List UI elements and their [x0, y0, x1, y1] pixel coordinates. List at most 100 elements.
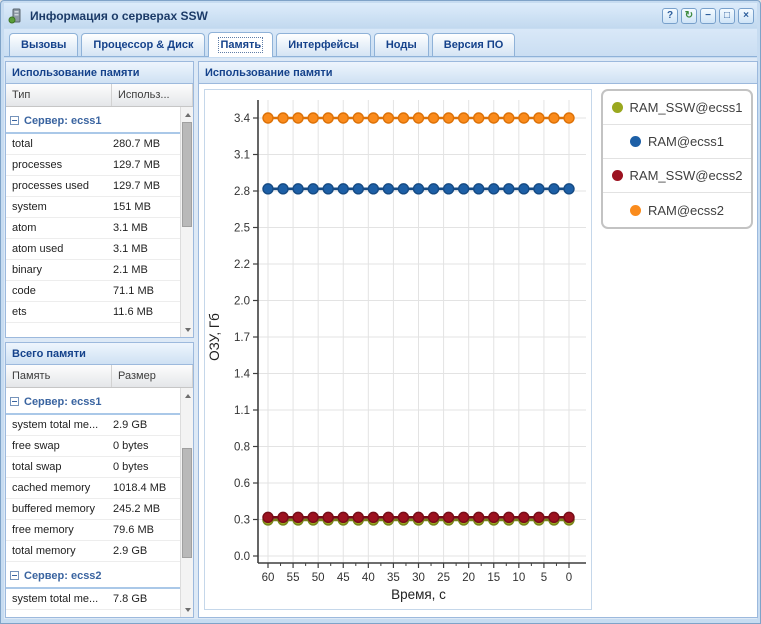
tab-processor-disk[interactable]: Процессор & Диск: [81, 33, 205, 56]
series-marker: [630, 205, 641, 216]
scroll-up-arrow[interactable]: [181, 389, 193, 402]
column-header-size[interactable]: Размер: [112, 365, 193, 387]
svg-text:5: 5: [541, 572, 547, 584]
svg-text:2.2: 2.2: [234, 259, 250, 271]
chart-panel-header: Использование памяти: [199, 62, 757, 84]
table-row[interactable]: atom3.1 MB: [6, 218, 180, 239]
table-row[interactable]: free swap0 bytes: [6, 436, 180, 457]
close-button[interactable]: ×: [738, 8, 754, 24]
total-memory-panel-header: Всего памяти: [6, 343, 193, 365]
table-row[interactable]: processes129.7 MB: [6, 155, 180, 176]
refresh-button[interactable]: ↻: [681, 8, 697, 24]
group-row-ecss1[interactable]: Сервер: ecss1: [6, 390, 180, 415]
tab-interfaces[interactable]: Интерфейсы: [276, 33, 371, 56]
memory-usage-chart: 3.43.12.82.52.22.01.71.41.10.80.60.30.06…: [204, 89, 592, 610]
scroll-up-arrow[interactable]: [181, 108, 193, 121]
total-memory-panel: Всего памяти Память Размер Сервер: ecss1…: [5, 342, 194, 618]
chart-panel-title: Использование памяти: [205, 67, 333, 79]
svg-text:2.8: 2.8: [234, 186, 250, 198]
table-row[interactable]: code71.1 MB: [6, 281, 180, 302]
legend-item-ram-ssw-ecss1[interactable]: RAM_SSW@ecss1: [603, 91, 751, 125]
chart-panel: Использование памяти 3.43.12.82.52.22.01…: [198, 61, 758, 618]
table-row[interactable]: total memory2.9 GB: [6, 541, 180, 562]
collapse-icon[interactable]: [10, 397, 19, 406]
column-header-used[interactable]: Использ...: [112, 84, 193, 106]
svg-text:15: 15: [487, 572, 500, 584]
series-marker: [612, 102, 623, 113]
minimize-button[interactable]: −: [700, 8, 716, 24]
app-window: Информация о серверах SSW ? ↻ − □ × Вызо…: [0, 0, 761, 624]
vertical-scrollbar[interactable]: [180, 388, 193, 617]
svg-text:1.1: 1.1: [234, 405, 250, 417]
svg-text:3.1: 3.1: [234, 150, 250, 162]
memory-usage-panel: Использование памяти Тип Использ... Серв…: [5, 61, 194, 338]
table-row[interactable]: processes used129.7 MB: [6, 176, 180, 197]
window-title: Информация о серверах SSW: [30, 9, 208, 23]
svg-text:20: 20: [462, 572, 475, 584]
svg-text:0: 0: [566, 572, 572, 584]
memory-usage-grid: Сервер: ecss1 total280.7 MB processes129…: [6, 107, 193, 337]
svg-text:35: 35: [387, 572, 400, 584]
table-row[interactable]: system total me...7.8 GB: [6, 589, 180, 610]
table-row[interactable]: total280.7 MB: [6, 134, 180, 155]
group-row-ecss1[interactable]: Сервер: ecss1: [6, 109, 180, 134]
svg-text:45: 45: [337, 572, 350, 584]
column-header-type[interactable]: Тип: [6, 84, 112, 106]
scroll-down-arrow[interactable]: [181, 323, 193, 336]
legend-item-ram-ecss2[interactable]: RAM@ecss2: [603, 193, 751, 227]
total-memory-grid: Сервер: ecss1 system total me...2.9 GB f…: [6, 388, 193, 617]
server-icon: [8, 8, 24, 24]
column-header-memory[interactable]: Память: [6, 365, 112, 387]
legend-item-ram-ssw-ecss2[interactable]: RAM_SSW@ecss2: [603, 159, 751, 193]
help-button[interactable]: ?: [662, 8, 678, 24]
tab-software-version[interactable]: Версия ПО: [432, 33, 516, 56]
vertical-scrollbar[interactable]: [180, 107, 193, 337]
table-row[interactable]: system151 MB: [6, 197, 180, 218]
tab-memory[interactable]: Память: [208, 32, 273, 57]
memory-usage-panel-header: Использование памяти: [6, 62, 193, 84]
series-marker: [630, 136, 641, 147]
svg-text:1.4: 1.4: [234, 369, 251, 381]
group-row-ecss2[interactable]: Сервер: ecss2: [6, 564, 180, 589]
line-chart: 3.43.12.82.52.22.01.71.41.10.80.60.30.06…: [205, 90, 593, 611]
collapse-icon[interactable]: [10, 116, 19, 125]
svg-text:0.6: 0.6: [234, 478, 250, 490]
svg-text:2.0: 2.0: [234, 296, 250, 308]
svg-text:25: 25: [437, 572, 450, 584]
table-row[interactable]: ets11.6 MB: [6, 302, 180, 323]
total-memory-column-headers: Память Размер: [6, 365, 193, 388]
svg-text:60: 60: [262, 572, 275, 584]
scrollbar-thumb[interactable]: [182, 122, 192, 227]
tab-bar: Вызовы Процессор & Диск Память Интерфейс…: [4, 29, 757, 57]
svg-text:ОЗУ, Гб: ОЗУ, Гб: [207, 313, 222, 361]
total-memory-panel-title: Всего памяти: [12, 348, 86, 360]
svg-text:Время, с: Время, с: [391, 587, 446, 602]
memory-usage-column-headers: Тип Использ...: [6, 84, 193, 107]
chart-legend: RAM_SSW@ecss1 RAM@ecss1 RAM_SSW@ecss2 RA…: [601, 89, 753, 229]
legend-item-ram-ecss1[interactable]: RAM@ecss1: [603, 125, 751, 159]
chart-panel-body: 3.43.12.82.52.22.01.71.41.10.80.60.30.06…: [199, 84, 757, 617]
svg-text:55: 55: [287, 572, 300, 584]
title-bar: Информация о серверах SSW ? ↻ − □ ×: [4, 3, 757, 28]
table-row[interactable]: cached memory1018.4 MB: [6, 478, 180, 499]
svg-text:10: 10: [512, 572, 525, 584]
table-row[interactable]: free memory79.6 MB: [6, 520, 180, 541]
svg-text:3.4: 3.4: [234, 113, 251, 125]
maximize-button[interactable]: □: [719, 8, 735, 24]
table-row[interactable]: atom used3.1 MB: [6, 239, 180, 260]
table-row[interactable]: system total me...2.9 GB: [6, 415, 180, 436]
tab-calls[interactable]: Вызовы: [9, 33, 78, 56]
memory-usage-panel-title: Использование памяти: [12, 67, 140, 79]
content-area: Использование памяти Тип Использ... Серв…: [4, 58, 757, 619]
window-controls: ? ↻ − □ ×: [662, 8, 754, 24]
table-row[interactable]: total swap0 bytes: [6, 457, 180, 478]
svg-text:0.8: 0.8: [234, 442, 250, 454]
tab-nodes[interactable]: Ноды: [374, 33, 429, 56]
table-row[interactable]: binary2.1 MB: [6, 260, 180, 281]
scrollbar-thumb[interactable]: [182, 448, 192, 558]
scroll-down-arrow[interactable]: [181, 603, 193, 616]
svg-text:40: 40: [362, 572, 375, 584]
collapse-icon[interactable]: [10, 571, 19, 580]
table-row[interactable]: buffered memory245.2 MB: [6, 499, 180, 520]
svg-text:30: 30: [412, 572, 425, 584]
